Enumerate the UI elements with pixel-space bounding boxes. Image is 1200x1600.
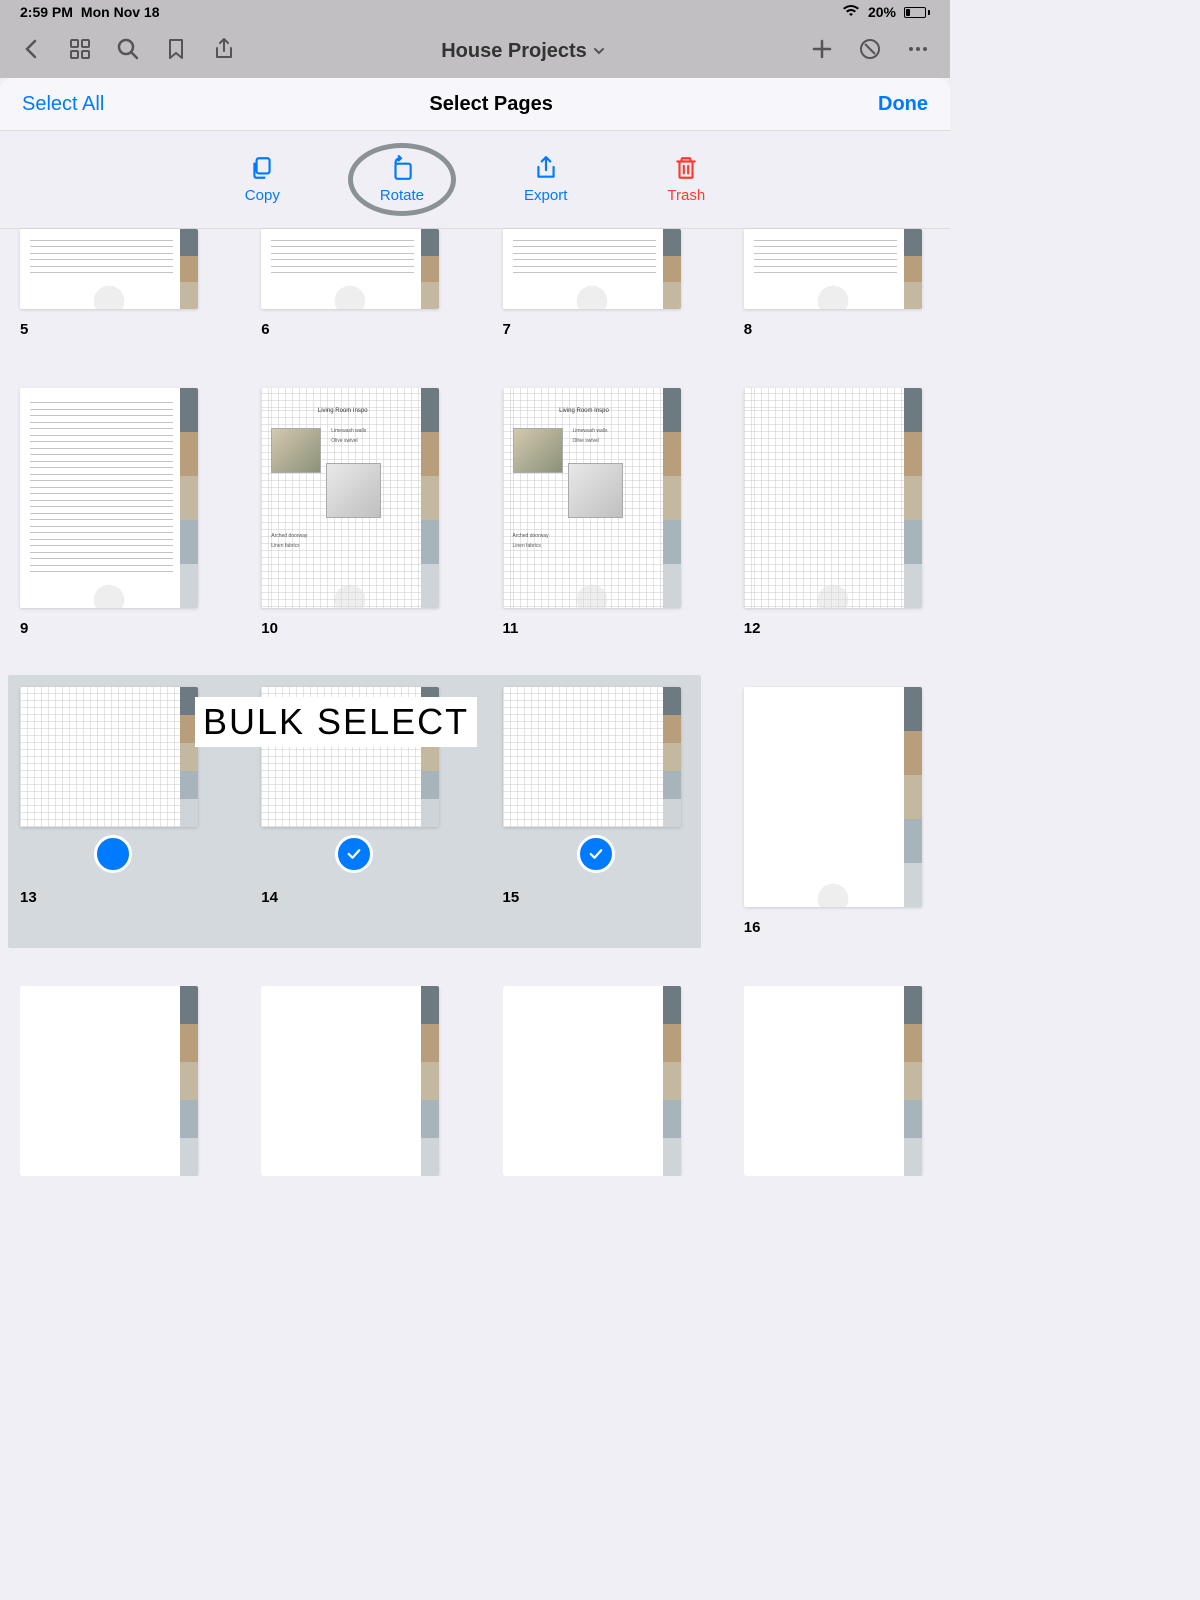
page-thumbnail-20[interactable] (744, 986, 930, 1176)
page-thumbnail-6[interactable]: 6 (261, 229, 447, 338)
bulk-select-annotation: BULK SELECT (195, 697, 477, 747)
rotate-button[interactable]: Rotate (380, 155, 424, 204)
collage-text: Linen fabrics (271, 543, 299, 549)
page-thumbnail-12[interactable]: 12 (744, 388, 930, 637)
collage-title: Living Room Inspo (513, 408, 656, 414)
copy-label: Copy (245, 187, 280, 204)
selection-checkmark-icon (94, 835, 132, 873)
collage-text: Arched doorway (271, 533, 307, 539)
bookmark-icon[interactable] (164, 37, 188, 66)
page-number: 13 (20, 889, 206, 906)
status-bar: 2:59 PM Mon Nov 18 20% (0, 0, 950, 24)
page-thumbnail-19[interactable] (503, 986, 689, 1176)
status-date: Mon Nov 18 (81, 4, 160, 20)
page-thumbnail-10[interactable]: Living Room Inspo Limewash walls Olive s… (261, 388, 447, 637)
collage-text: Limewash walls (573, 428, 608, 434)
copy-button[interactable]: Copy (245, 155, 280, 204)
page-thumbnail-16[interactable]: 16 (744, 687, 930, 936)
grid-icon[interactable] (68, 37, 92, 66)
trash-label: Trash (667, 187, 705, 204)
selection-checkmark-icon (335, 835, 373, 873)
copy-icon (249, 155, 275, 181)
export-button[interactable]: Export (524, 155, 567, 204)
trash-button[interactable]: Trash (667, 155, 705, 204)
back-icon[interactable] (20, 37, 44, 66)
page-number: 9 (20, 620, 206, 637)
collage-text: Limewash walls (331, 428, 366, 434)
trash-icon (673, 155, 699, 181)
share-icon[interactable] (212, 37, 236, 66)
page-thumbnail-11[interactable]: Living Room Inspo Limewash walls Olive s… (503, 388, 689, 637)
selection-checkmark-icon (577, 835, 615, 873)
collage-text: Linen fabrics (513, 543, 541, 549)
battery-icon (904, 7, 930, 18)
document-title[interactable]: House Projects (441, 40, 587, 63)
rotate-icon (389, 155, 415, 181)
page-thumbnail-18[interactable] (261, 986, 447, 1176)
page-thumbnail-15[interactable]: 15 (503, 687, 689, 936)
export-label: Export (524, 187, 567, 204)
page-number: 8 (744, 321, 930, 338)
collage-title: Living Room Inspo (271, 408, 414, 414)
page-thumbnail-8[interactable]: 8 (744, 229, 930, 338)
wifi-icon (842, 4, 860, 20)
page-number: 11 (503, 620, 689, 637)
page-thumbnail-13[interactable]: 13 (20, 687, 206, 936)
collage-text: Arched doorway (513, 533, 549, 539)
select-all-button[interactable]: Select All (22, 93, 104, 116)
page-number: 15 (503, 889, 689, 906)
page-number: 14 (261, 889, 447, 906)
chevron-down-icon[interactable] (593, 40, 605, 63)
page-thumbnail-9[interactable]: 9 (20, 388, 206, 637)
page-number: 16 (744, 919, 930, 936)
done-button[interactable]: Done (878, 93, 928, 116)
page-number: 5 (20, 321, 206, 338)
status-time: 2:59 PM (20, 4, 73, 20)
shape-icon[interactable] (858, 37, 882, 66)
page-number: 6 (261, 321, 447, 338)
main-toolbar: House Projects (0, 24, 950, 78)
action-toolbar: Copy Rotate Export Trash (0, 131, 950, 229)
add-icon[interactable] (810, 37, 834, 66)
more-icon[interactable] (906, 37, 930, 66)
search-icon[interactable] (116, 37, 140, 66)
page-thumbnail-17[interactable] (20, 986, 206, 1176)
collage-text: Olive swivel (573, 438, 599, 444)
export-icon (533, 155, 559, 181)
page-number: 7 (503, 321, 689, 338)
select-pages-title: Select Pages (429, 93, 552, 116)
page-thumbnail-5[interactable]: 5 (20, 229, 206, 338)
collage-text: Olive swivel (331, 438, 357, 444)
page-thumbnail-7[interactable]: 7 (503, 229, 689, 338)
rotate-label: Rotate (380, 187, 424, 204)
page-number: 12 (744, 620, 930, 637)
select-pages-header: Select All Select Pages Done (0, 78, 950, 131)
page-number: 10 (261, 620, 447, 637)
battery-percent: 20% (868, 4, 896, 20)
